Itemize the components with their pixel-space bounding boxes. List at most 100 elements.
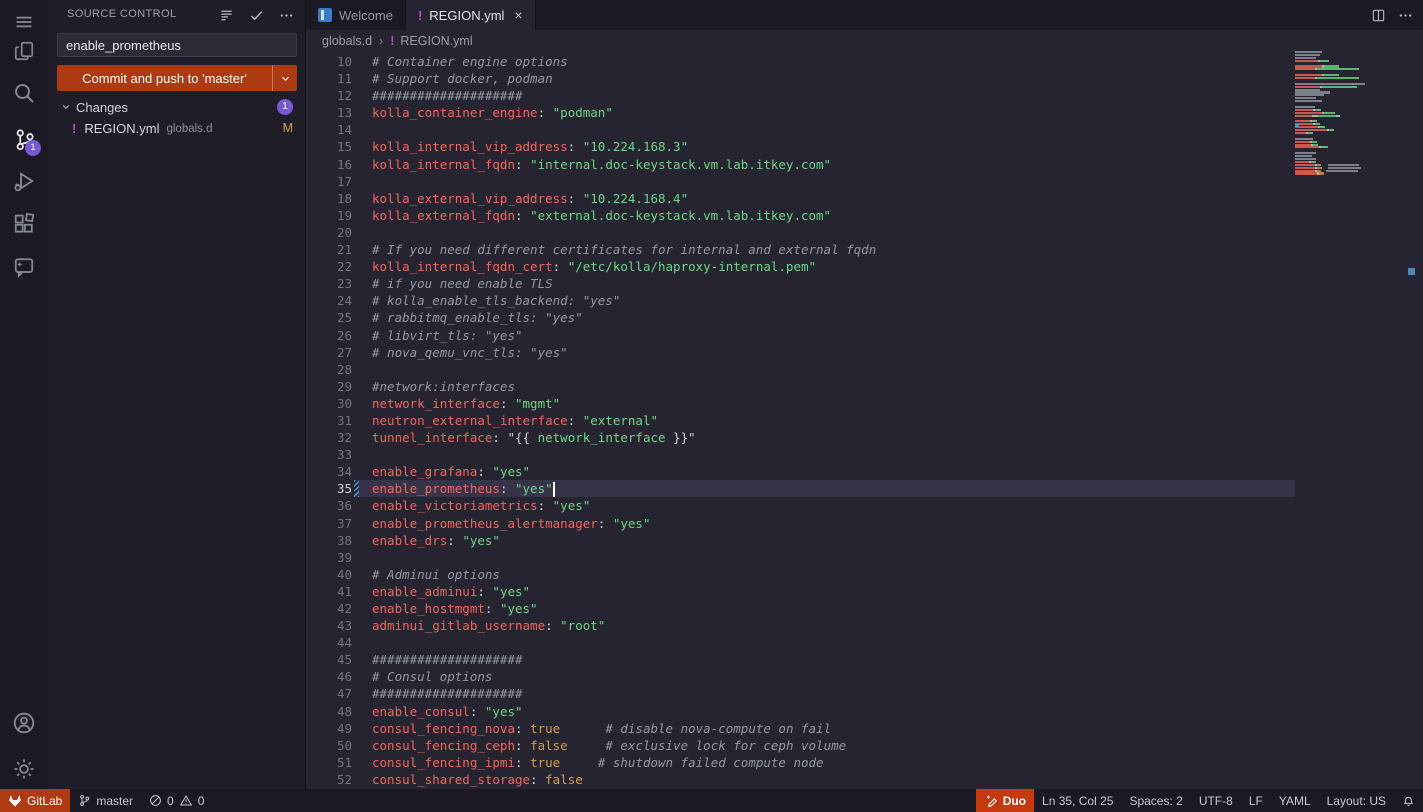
code-token: adminui_gitlab_username (372, 618, 545, 633)
settings-gear-icon[interactable] (0, 749, 48, 789)
code-line-23[interactable]: 23# if you need enable TLS (306, 275, 1295, 292)
duo-status-item[interactable]: Duo (976, 789, 1034, 812)
code-text: enable_grafana: "yes" (372, 463, 530, 480)
gitlab-status-item[interactable]: GitLab (0, 789, 70, 812)
code-line-18[interactable]: 18kolla_external_vip_address: "10.224.16… (306, 190, 1295, 207)
commit-and-push-button[interactable]: Commit and push to 'master' (57, 65, 297, 91)
split-editor-icon[interactable] (1371, 8, 1386, 23)
code-line-52[interactable]: 52consul_shared_storage: false (306, 771, 1295, 788)
extensions-icon[interactable] (0, 204, 48, 244)
encoding-item[interactable]: UTF-8 (1191, 789, 1241, 812)
code-line-44[interactable]: 44 (306, 634, 1295, 651)
code-token: consul_fencing_ceph (372, 738, 515, 753)
eol-item[interactable]: LF (1241, 789, 1271, 812)
eol-label: LF (1249, 794, 1263, 808)
code-line-39[interactable]: 39 (306, 549, 1295, 566)
close-tab-icon[interactable]: × (514, 7, 522, 23)
changes-section-header[interactable]: Changes (48, 98, 306, 116)
code-text: kolla_internal_vip_address: "10.224.168.… (372, 138, 688, 155)
indentation-item[interactable]: Spaces: 2 (1121, 789, 1190, 812)
changed-file-row[interactable]: ! REGION.yml globals.d M (48, 118, 306, 138)
code-line-31[interactable]: 31neutron_external_interface: "external" (306, 412, 1295, 429)
tab-welcome[interactable]: Welcome (306, 0, 406, 30)
line-number: 16 (306, 156, 352, 173)
tab-region-yml[interactable]: ! REGION.yml × (406, 0, 536, 30)
code-token: "yes" (492, 584, 530, 599)
code-text: enable_consul: "yes" (372, 703, 523, 720)
source-control-icon[interactable]: 1 (0, 119, 48, 159)
code-line-11[interactable]: 11# Support docker, podman (306, 70, 1295, 87)
accounts-icon[interactable] (0, 703, 48, 743)
language-mode-item[interactable]: YAML (1271, 789, 1319, 812)
code-line-35[interactable]: 35enable_prometheus: "yes" (306, 480, 1295, 497)
source-control-panel: SOURCE CONTROL Commit and push to 'maste… (48, 0, 306, 789)
code-line-28[interactable]: 28 (306, 361, 1295, 378)
code-line-15[interactable]: 15kolla_internal_vip_address: "10.224.16… (306, 138, 1295, 155)
more-actions-icon[interactable] (277, 6, 295, 24)
code-line-34[interactable]: 34enable_grafana: "yes" (306, 463, 1295, 480)
code-line-46[interactable]: 46# Consul options (306, 668, 1295, 685)
code-line-47[interactable]: 47#################### (306, 685, 1295, 702)
editor-actions (1371, 0, 1413, 30)
view-as-tree-icon[interactable] (217, 6, 235, 24)
breadcrumb-folder[interactable]: globals.d (322, 34, 372, 48)
keyboard-layout-item[interactable]: Layout: US (1319, 789, 1394, 812)
code-token: : (545, 618, 560, 633)
code-line-19[interactable]: 19kolla_external_fqdn: "external.doc-key… (306, 207, 1295, 224)
code-line-51[interactable]: 51consul_fencing_ipmi: true # shutdown f… (306, 754, 1295, 771)
code-line-24[interactable]: 24# kolla_enable_tls_backend: "yes" (306, 292, 1295, 309)
code-line-12[interactable]: 12#################### (306, 87, 1295, 104)
code-line-43[interactable]: 43adminui_gitlab_username: "root" (306, 617, 1295, 634)
code-line-30[interactable]: 30network_interface: "mgmt" (306, 395, 1295, 412)
code-text: # libvirt_tls: "yes" (372, 327, 523, 344)
minimap[interactable] (1295, 51, 1408, 789)
indentation-label: Spaces: 2 (1129, 794, 1182, 808)
code-line-40[interactable]: 40# Adminui options (306, 566, 1295, 583)
code-line-48[interactable]: 48enable_consul: "yes" (306, 703, 1295, 720)
cursor-position-item[interactable]: Ln 35, Col 25 (1034, 789, 1121, 812)
code-line-49[interactable]: 49consul_fencing_nova: true # disable no… (306, 720, 1295, 737)
code-line-25[interactable]: 25# rabbitmq_enable_tls: "yes" (306, 309, 1295, 326)
commit-message-input[interactable] (57, 33, 297, 57)
gutter-modified-indicator (354, 685, 359, 702)
code-line-17[interactable]: 17 (306, 173, 1295, 190)
code-line-42[interactable]: 42enable_hostmgmt: "yes" (306, 600, 1295, 617)
duo-chat-icon[interactable] (0, 246, 48, 286)
code-line-21[interactable]: 21# If you need different certificates f… (306, 241, 1295, 258)
code-line-33[interactable]: 33 (306, 446, 1295, 463)
code-line-27[interactable]: 27# nova_qemu_vnc_tls: "yes" (306, 344, 1295, 361)
notifications-item[interactable] (1394, 789, 1423, 812)
code-line-37[interactable]: 37enable_prometheus_alertmanager: "yes" (306, 515, 1295, 532)
code-token: : (477, 464, 492, 479)
branch-status-item[interactable]: master (70, 789, 141, 812)
code-line-10[interactable]: 10# Container engine options (306, 53, 1295, 70)
code-line-32[interactable]: 32tunnel_interface: "{{ network_interfac… (306, 429, 1295, 446)
code-line-16[interactable]: 16kolla_internal_fqdn: "internal.doc-key… (306, 156, 1295, 173)
search-icon[interactable] (0, 73, 48, 113)
code-token: : (492, 430, 507, 445)
code-token: kolla_internal_fqdn_cert (372, 259, 553, 274)
problems-status-item[interactable]: 0 0 (141, 789, 212, 812)
line-number: 39 (306, 549, 352, 566)
run-debug-icon[interactable] (0, 161, 48, 201)
code-line-14[interactable]: 14 (306, 121, 1295, 138)
code-line-13[interactable]: 13kolla_container_engine: "podman" (306, 104, 1295, 121)
code-text: # Consul options (372, 668, 492, 685)
commit-dropdown-chevron-icon[interactable] (272, 65, 297, 91)
code-line-36[interactable]: 36enable_victoriametrics: "yes" (306, 497, 1295, 514)
code-line-41[interactable]: 41enable_adminui: "yes" (306, 583, 1295, 600)
code-line-22[interactable]: 22kolla_internal_fqdn_cert: "/etc/kolla/… (306, 258, 1295, 275)
breadcrumb-file[interactable]: REGION.yml (400, 34, 472, 48)
code-token: "external.doc-keystack.vm.lab.itkey.com" (530, 208, 831, 223)
code-line-50[interactable]: 50consul_fencing_ceph: false # exclusive… (306, 737, 1295, 754)
code-line-38[interactable]: 38enable_drs: "yes" (306, 532, 1295, 549)
code-editor[interactable]: 10# Container engine options11# Support … (306, 51, 1295, 789)
code-text: kolla_external_vip_address: "10.224.168.… (372, 190, 688, 207)
more-actions-icon[interactable] (1398, 8, 1413, 23)
code-line-20[interactable]: 20 (306, 224, 1295, 241)
code-line-26[interactable]: 26# libvirt_tls: "yes" (306, 327, 1295, 344)
explorer-icon[interactable] (0, 31, 48, 71)
code-line-45[interactable]: 45#################### (306, 651, 1295, 668)
code-line-29[interactable]: 29#network:interfaces (306, 378, 1295, 395)
commit-check-icon[interactable] (247, 6, 265, 24)
